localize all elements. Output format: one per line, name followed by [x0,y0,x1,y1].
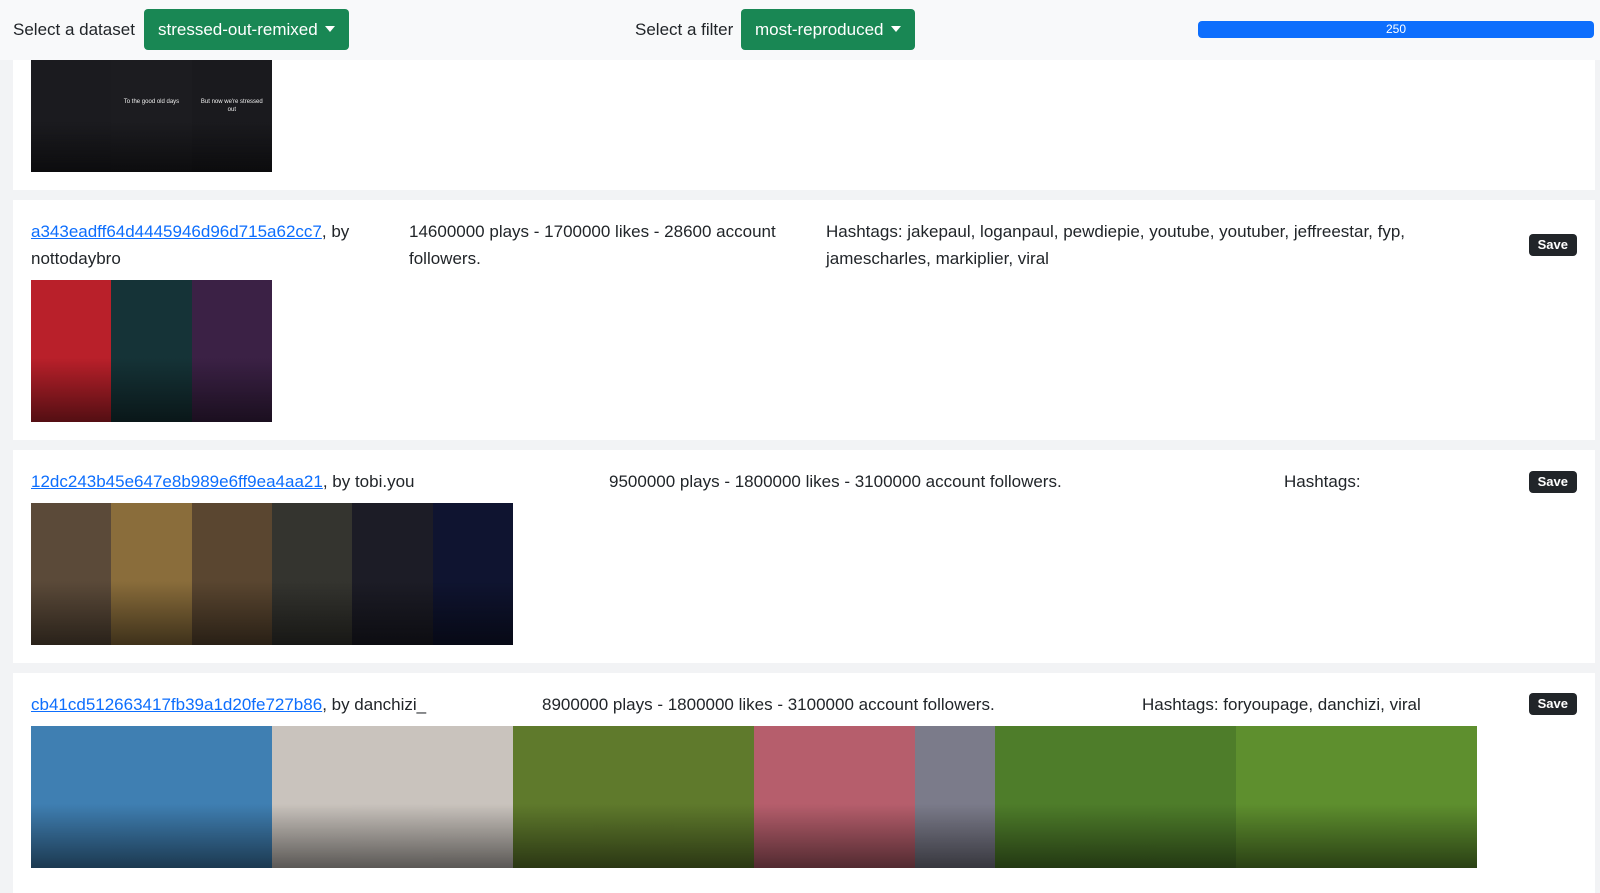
video-title: cb41cd512663417fb39a1d20fe727b86, by dan… [31,691,551,718]
thumbnail-strip[interactable] [31,726,1477,868]
video-frame-thumbnail [593,726,674,868]
filter-dropdown-value: most-reproduced [755,20,884,39]
video-frame-thumbnail [512,726,594,868]
video-frame-thumbnail [271,726,353,868]
dataset-dropdown-value: stressed-out-remixed [158,20,318,39]
video-frame-thumbnail [1235,726,1317,868]
video-frame-thumbnail [111,280,192,422]
video-frame-thumbnail [834,726,915,868]
video-frame-thumbnail [994,726,1076,868]
video-author: , by danchizi_ [322,695,427,714]
thumbnail-strip[interactable]: To the good old days But now we're stress… [31,60,272,172]
video-title: a343eadff64d4445946d96d715a62cc7, by not… [31,218,391,272]
video-frame-thumbnail [1316,726,1397,868]
frame-caption: But now we're stressed out [200,99,263,114]
video-frame-thumbnail [31,726,112,868]
save-button[interactable]: Save [1528,234,1577,256]
caret-down-icon [324,26,335,32]
video-frame-thumbnail [673,726,754,868]
video-frame-thumbnail [1075,726,1156,868]
caret-down-icon [890,26,901,32]
video-card: cb41cd512663417fb39a1d20fe727b86, by dan… [13,673,1595,893]
video-stats: 9500000 plays - 1800000 likes - 3100000 … [609,472,1062,491]
toolbar: Select a dataset stressed-out-remixed Se… [0,0,1600,60]
video-frame-thumbnail [1396,726,1477,868]
video-stats: 14600000 plays - 1700000 likes - 28600 a… [409,222,776,268]
video-stats: 8900000 plays - 1800000 likes - 3100000 … [542,695,995,714]
progress-bar-fill: 250 [1198,21,1594,38]
dataset-label: Select a dataset [13,20,135,39]
video-card: 12dc243b45e647e8b989e6ff9ea4aa21, by tob… [13,450,1595,663]
video-frame-thumbnail [31,280,112,422]
video-frame-thumbnail [914,726,995,868]
video-card: a343eadff64d4445946d96d715a62cc7, by not… [13,200,1595,440]
video-hashtags: Hashtags: jakepaul, loganpaul, pewdiepie… [826,222,1406,268]
video-frame-thumbnail [432,726,513,868]
video-frame-thumbnail [753,726,835,868]
thumbnail-strip[interactable] [31,503,513,645]
progress-bar-track: 250 [1198,21,1594,38]
video-frame-thumbnail [111,503,192,645]
video-frame-thumbnail [352,726,433,868]
video-frame-thumbnail [271,503,353,645]
thumbnail-strip[interactable] [31,280,272,422]
frame-caption: To the good old days [123,99,180,106]
video-author: , by tobi.you [322,472,415,491]
video-frame-thumbnail [1155,726,1236,868]
video-frame-thumbnail [191,726,272,868]
video-hashtags: Hashtags: [1284,472,1361,491]
video-frame-thumbnail [191,503,272,645]
save-button[interactable]: Save [1528,471,1577,493]
video-frame-thumbnail: To the good old days [111,60,192,172]
video-frame-thumbnail [31,503,112,645]
dataset-dropdown[interactable]: stressed-out-remixed [144,9,349,50]
video-frame-thumbnail [432,503,513,645]
video-frame-thumbnail [111,726,192,868]
video-id-link[interactable]: cb41cd512663417fb39a1d20fe727b86 [31,695,322,714]
video-id-link[interactable]: 12dc243b45e647e8b989e6ff9ea4aa21 [31,472,323,491]
video-frame-thumbnail: But now we're stressed out [191,60,272,172]
filter-dropdown[interactable]: most-reproduced [741,9,915,50]
video-id-link[interactable]: a343eadff64d4445946d96d715a62cc7 [31,222,322,241]
video-hashtags: Hashtags: foryoupage, danchizi, viral [1142,695,1421,714]
save-button[interactable]: Save [1528,693,1577,715]
filter-label: Select a filter [635,20,734,39]
video-frame-thumbnail [191,280,272,422]
progress-count: 250 [1385,22,1407,36]
video-frame-thumbnail [352,503,433,645]
video-title: 12dc243b45e647e8b989e6ff9ea4aa21, by tob… [31,468,511,495]
video-frame-thumbnail [31,60,112,172]
